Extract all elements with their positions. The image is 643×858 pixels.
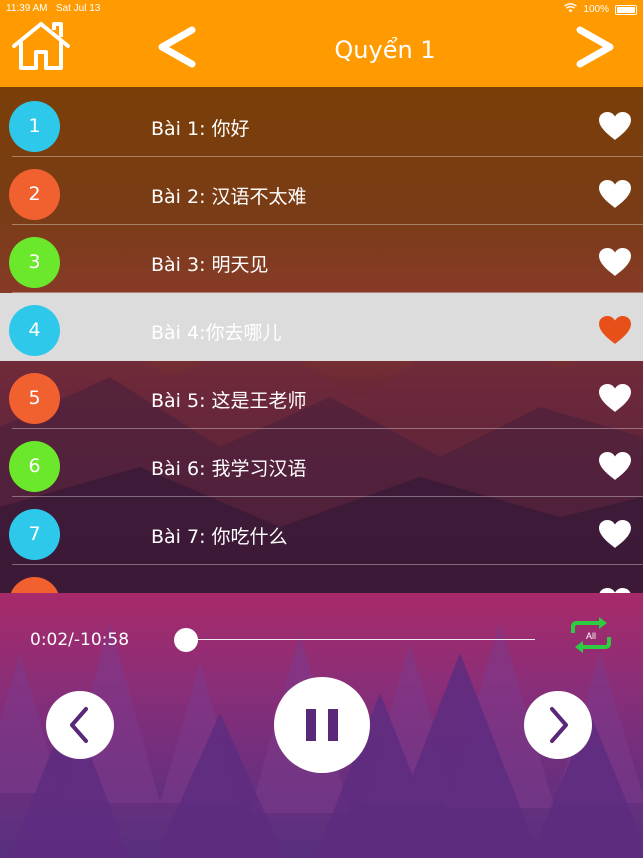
favorite-heart-icon[interactable] (598, 111, 632, 141)
repeat-icon: All (571, 617, 611, 653)
battery-icon (615, 4, 637, 15)
time-display: 0:02/-10:58 (30, 630, 130, 650)
progress-thumb[interactable] (174, 628, 199, 652)
lesson-row[interactable]: 5 Bài 5: 这是王老师 (0, 361, 643, 429)
lesson-title: Bài 5: 这是王老师 (151, 390, 307, 412)
previous-book-button[interactable] (152, 22, 202, 72)
lesson-number-badge: 3 (9, 237, 60, 288)
home-icon (12, 22, 70, 70)
lesson-number-badge: 5 (9, 373, 60, 424)
next-track-button[interactable] (524, 691, 592, 759)
lesson-row[interactable]: 4 Bài 4:你去哪儿 (0, 293, 643, 361)
lesson-number-badge: 4 (9, 305, 60, 356)
home-button[interactable] (10, 20, 72, 72)
favorite-heart-icon[interactable] (598, 519, 632, 549)
lesson-title: Bài 3: 明天见 (151, 254, 269, 276)
battery-percent: 100% (583, 4, 609, 15)
favorite-heart-icon[interactable] (598, 383, 632, 413)
lesson-title: Bài 4:你去哪儿 (151, 322, 282, 344)
play-pause-button[interactable] (274, 677, 370, 773)
lesson-row[interactable]: 6 Bài 6: 我学习汉语 (0, 429, 643, 497)
chevron-right-icon (576, 26, 614, 68)
progress-track[interactable] (185, 639, 535, 640)
lesson-row[interactable]: 3 Bài 3: 明天见 (0, 225, 643, 293)
previous-track-button[interactable] (46, 691, 114, 759)
chevron-left-icon (158, 26, 196, 68)
lesson-number-badge: 8 (9, 577, 60, 593)
favorite-heart-icon[interactable] (598, 315, 632, 345)
status-time: 11:39 AM Sat Jul 13 (6, 3, 101, 14)
lesson-row[interactable]: 2 Bài 2: 汉语不太难 (0, 157, 643, 225)
app-header: 11:39 AM Sat Jul 13 100% Quyển 1 (0, 0, 643, 87)
lesson-number-badge: 6 (9, 441, 60, 492)
chevron-right-icon (550, 707, 568, 743)
wifi-icon (564, 3, 578, 16)
favorite-heart-icon[interactable] (598, 247, 632, 277)
repeat-label: All (586, 631, 596, 641)
favorite-heart-icon[interactable] (598, 451, 632, 481)
favorite-heart-icon[interactable] (598, 179, 632, 209)
repeat-button[interactable]: All (567, 615, 615, 655)
chevron-left-icon (70, 707, 88, 743)
audio-player: 0:02/-10:58 All (0, 593, 643, 858)
lesson-number-badge: 1 (9, 101, 60, 152)
lesson-title: Bài 1: 你好 (151, 118, 250, 140)
lesson-title: Bài 7: 你吃什么 (151, 526, 288, 548)
lesson-number-badge: 2 (9, 169, 60, 220)
lesson-title: Bài 2: 汉语不太难 (151, 186, 307, 208)
lesson-row[interactable]: 1 Bài 1: 你好 (0, 89, 643, 157)
lesson-list[interactable]: 1 Bài 1: 你好 2 Bài 2: 汉语不太难 3 Bài 3: 明天见 4 Bài 4… (0, 87, 643, 593)
lesson-row[interactable]: 7 Bài 7: 你吃什么 (0, 497, 643, 565)
lesson-title: Bài 6: 我学习汉语 (151, 458, 307, 480)
pause-icon (306, 709, 338, 741)
page-title: Quyển 1 (334, 36, 436, 64)
lesson-row[interactable]: 8 (0, 565, 643, 593)
status-bar: 11:39 AM Sat Jul 13 100% (0, 0, 643, 18)
next-book-button[interactable] (570, 22, 620, 72)
lesson-number-badge: 7 (9, 509, 60, 560)
